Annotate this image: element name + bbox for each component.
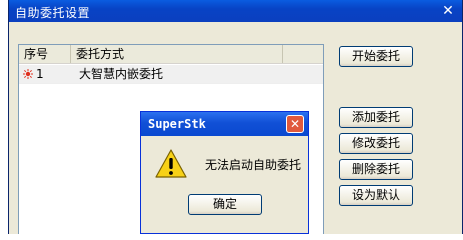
dialog-title: SuperStk	[148, 117, 206, 131]
window-title: 自助委托设置	[15, 6, 91, 20]
window-close-button[interactable]: ✕	[440, 3, 456, 19]
message-dialog: SuperStk ✕ 无法启动自助委托 确定	[140, 111, 309, 234]
row-index: 1	[36, 67, 44, 81]
dialog-message: 无法启动自助委托	[205, 158, 302, 172]
warning-icon	[155, 149, 187, 178]
set-default-button[interactable]: 设为默认	[339, 185, 413, 206]
row-divider	[19, 83, 323, 84]
column-header-index[interactable]: 序号	[19, 45, 71, 63]
column-header-method[interactable]: 委托方式	[71, 45, 283, 63]
active-marker-icon	[23, 69, 33, 79]
ok-button[interactable]: 确定	[188, 194, 262, 215]
delete-order-button[interactable]: 删除委托	[339, 159, 413, 180]
list-header: 序号 委托方式	[19, 45, 323, 64]
window-titlebar: 自助委托设置 ✕	[9, 0, 462, 22]
start-order-button[interactable]: 开始委托	[339, 46, 413, 67]
dialog-titlebar: SuperStk ✕	[141, 112, 308, 136]
row-index-cell: 1	[19, 65, 44, 83]
edit-order-button[interactable]: 修改委托	[339, 133, 413, 154]
row-method: 大智慧内嵌委托	[79, 67, 164, 81]
table-row[interactable]: 1 大智慧内嵌委托	[19, 65, 323, 83]
add-order-button[interactable]: 添加委托	[339, 107, 413, 128]
dialog-close-button[interactable]: ✕	[286, 115, 304, 133]
